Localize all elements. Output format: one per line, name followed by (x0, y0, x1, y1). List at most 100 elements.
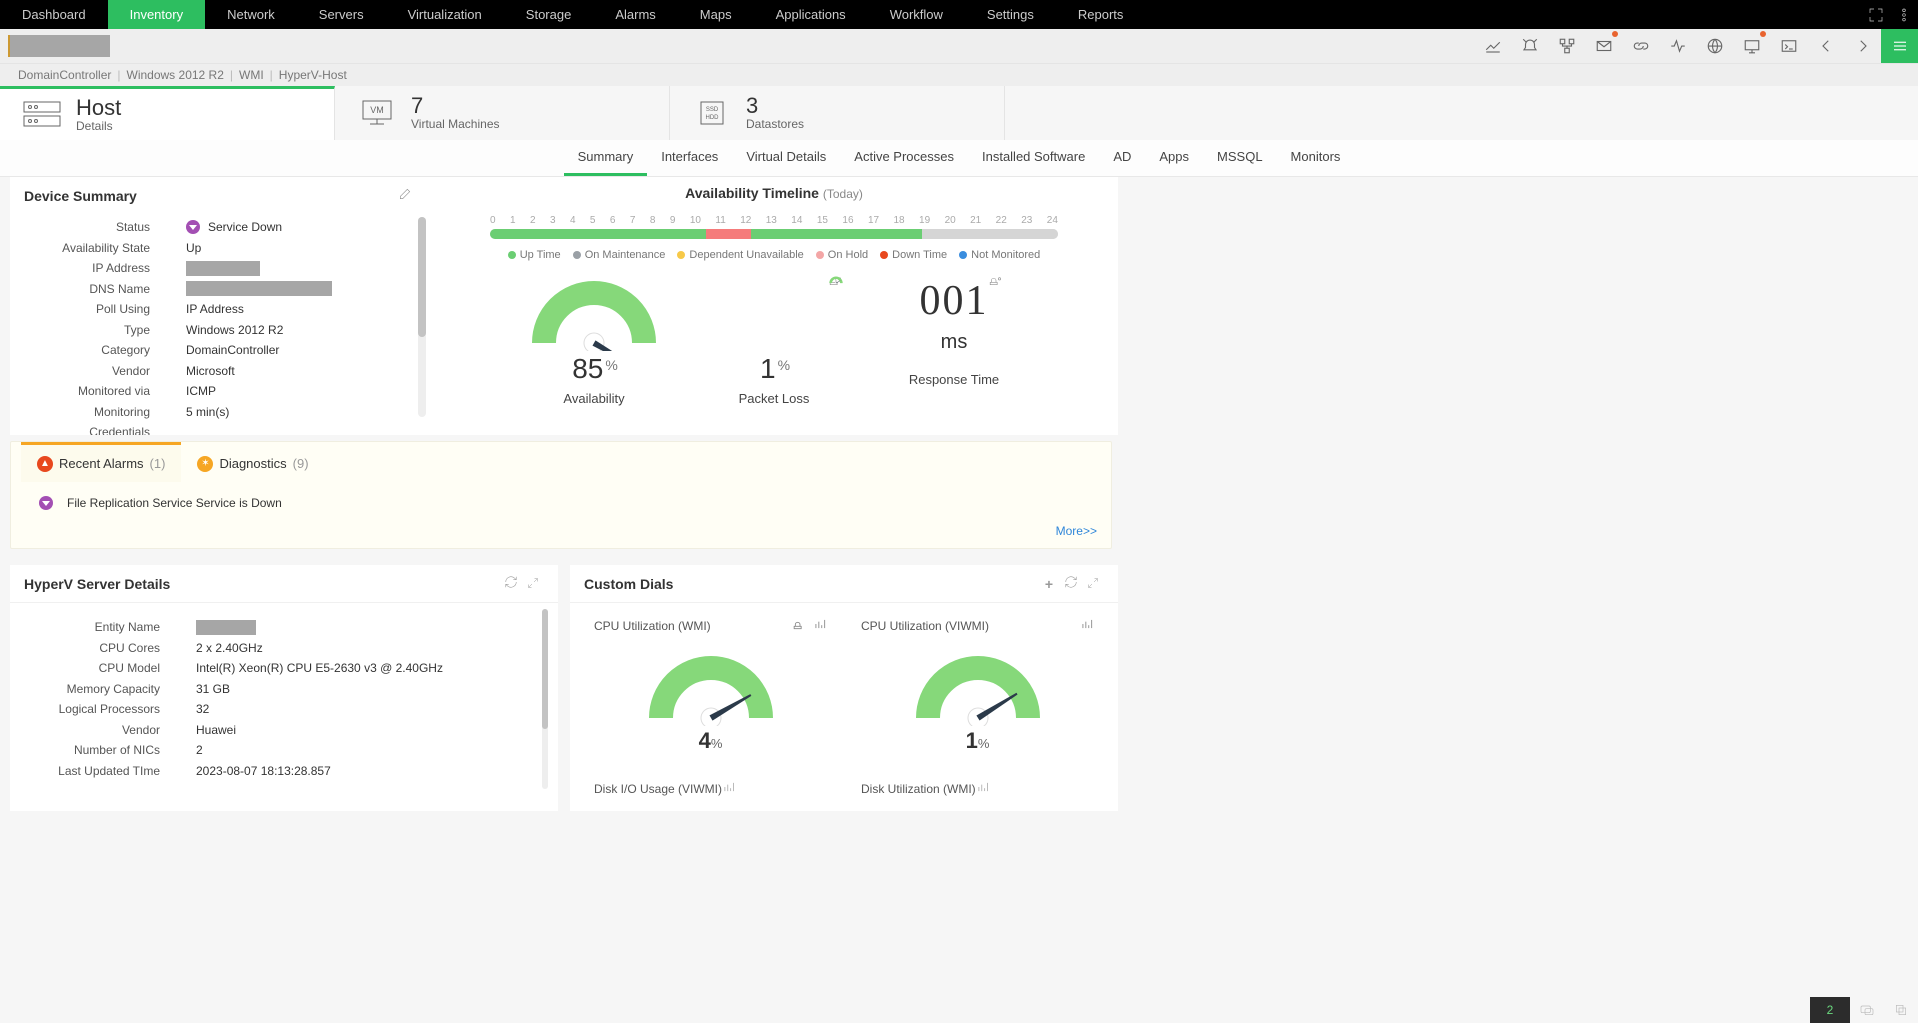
vm-icon: VM (357, 96, 397, 130)
subtab-installed-software[interactable]: Installed Software (968, 140, 1099, 176)
dial-graph-icon[interactable] (722, 780, 736, 797)
hyperv-panel: HyperV Server Details Entity NameCPU Cor… (10, 565, 558, 811)
more-icon[interactable] (1890, 0, 1918, 29)
hyperv-scrollbar[interactable] (542, 609, 548, 789)
crumb-item[interactable]: WMI (239, 68, 264, 82)
dial-settings-icon[interactable] (793, 617, 807, 634)
subtab-mssql[interactable]: MSSQL (1203, 140, 1277, 176)
timeline-segment (751, 229, 921, 239)
dial2-0: Disk I/O Usage (VIWMI) (594, 754, 827, 797)
nav-tab-dashboard[interactable]: Dashboard (0, 0, 108, 29)
hyperv-row: Logical Processors32 (10, 699, 538, 719)
entity-tab-datastores[interactable]: SSDHDD3Datastores (670, 86, 1005, 140)
pulse-icon[interactable] (1659, 29, 1696, 63)
fullscreen-icon[interactable] (1862, 0, 1890, 29)
nav-tab-network[interactable]: Network (205, 0, 297, 29)
display-icon[interactable] (1733, 29, 1770, 63)
next-icon[interactable] (1844, 29, 1881, 63)
summary-row: Poll UsingIP Address (10, 299, 410, 319)
edit-icon[interactable] (394, 187, 416, 204)
device-summary-title: Device Summary (24, 188, 137, 204)
legend-item: Dependent Unavailable (677, 249, 803, 261)
alarm-tab-recent-alarms[interactable]: ▲Recent Alarms (1) (21, 442, 181, 482)
legend-item: Up Time (508, 249, 561, 261)
bottom-stack-icon[interactable] (1884, 997, 1918, 1023)
add-dial-icon[interactable]: + (1038, 576, 1060, 592)
subtab-interfaces[interactable]: Interfaces (647, 140, 732, 176)
legend-item: On Hold (816, 249, 868, 261)
prev-icon[interactable] (1807, 29, 1844, 63)
entity-tab-details[interactable]: HostDetails (0, 86, 335, 140)
expand-icon[interactable] (1082, 576, 1104, 592)
gauge-settings-icon[interactable] (989, 273, 1003, 287)
crumb-item[interactable]: DomainController (18, 68, 111, 82)
bottom-count-badge[interactable]: 2 (1810, 997, 1850, 1023)
nav-tab-alarms[interactable]: Alarms (593, 0, 677, 29)
expand-icon[interactable] (522, 576, 544, 592)
nav-tab-servers[interactable]: Servers (297, 0, 386, 29)
chart-icon[interactable] (1474, 29, 1511, 63)
alarm-text[interactable]: File Replication Service Service is Down (67, 496, 282, 510)
subtab-virtual-details[interactable]: Virtual Details (732, 140, 840, 176)
nav-tab-settings[interactable]: Settings (965, 0, 1056, 29)
bottom-chat-icon[interactable] (1850, 997, 1884, 1023)
availability-range: (Today) (823, 187, 863, 201)
nav-tab-virtualization[interactable]: Virtualization (386, 0, 504, 29)
summary-scrollbar[interactable] (418, 217, 426, 417)
device-slot[interactable] (8, 35, 110, 57)
nav-tab-maps[interactable]: Maps (678, 0, 754, 29)
menu-icon[interactable] (1881, 29, 1918, 63)
summary-row: IP Address (10, 258, 410, 278)
refresh-icon[interactable] (1060, 575, 1082, 592)
alarm-tab-diagnostics[interactable]: ✶Diagnostics (9) (181, 442, 324, 482)
nav-tab-reports[interactable]: Reports (1056, 0, 1146, 29)
subtab-summary[interactable]: Summary (564, 140, 648, 176)
ds-icon: SSD HDD (692, 96, 732, 130)
nav-tab-inventory[interactable]: Inventory (108, 0, 205, 29)
summary-row: Availability StateUp (10, 238, 410, 258)
entity-tabs: HostDetailsVM7Virtual MachinesSSDHDD3Dat… (0, 86, 1918, 140)
packetloss-gauge: 1% Packet Loss (699, 277, 849, 406)
crumb-item[interactable]: HyperV-Host (279, 68, 347, 82)
dial-graph-icon[interactable] (813, 617, 827, 634)
alarms-more-link[interactable]: More>> (21, 524, 1111, 548)
link-icon[interactable] (1622, 29, 1659, 63)
breadcrumb: DomainController|Windows 2012 R2|WMI|Hyp… (0, 64, 1918, 86)
nav-tab-workflow[interactable]: Workflow (868, 0, 965, 29)
summary-row: TypeWindows 2012 R2 (10, 320, 410, 340)
hyperv-row: Last Updated TIme2023-08-07 18:13:28.857 (10, 761, 538, 781)
crumb-item[interactable]: Windows 2012 R2 (127, 68, 224, 82)
refresh-icon[interactable] (500, 575, 522, 592)
hyperv-row: CPU Cores2 x 2.40GHz (10, 638, 538, 658)
svg-text:HDD: HDD (706, 115, 720, 121)
nav-tab-storage[interactable]: Storage (504, 0, 594, 29)
device-summary-panel: Device Summary StatusService DownAvailab… (10, 177, 430, 435)
subtab-ad[interactable]: AD (1099, 140, 1145, 176)
entity-tab-virtual-machines[interactable]: VM7Virtual Machines (335, 86, 670, 140)
legend-item: Down Time (880, 249, 947, 261)
subtab-apps[interactable]: Apps (1145, 140, 1203, 176)
summary-row: CategoryDomainController (10, 340, 410, 360)
nav-tab-applications[interactable]: Applications (754, 0, 868, 29)
timeline-bar[interactable] (490, 229, 1058, 239)
toolbar (0, 29, 1918, 64)
dial-graph-icon[interactable] (1080, 617, 1094, 634)
hyperv-row: Entity Name (10, 617, 538, 637)
subtab-monitors[interactable]: Monitors (1277, 140, 1355, 176)
hyperv-title: HyperV Server Details (24, 576, 170, 592)
tree-icon[interactable] (1548, 29, 1585, 63)
hyperv-row: Number of NICs2 (10, 740, 538, 760)
mail-icon[interactable] (1585, 29, 1622, 63)
dial-graph-icon[interactable] (976, 780, 990, 797)
bottom-bar: 2 (1810, 997, 1918, 1023)
availability-gauge: 85% Availability (519, 277, 669, 406)
globe-icon[interactable] (1696, 29, 1733, 63)
fire-icon: ▲ (37, 456, 53, 472)
svg-text:SSD: SSD (706, 107, 719, 113)
alarm-icon[interactable] (1511, 29, 1548, 63)
hyperv-row: VendorHuawei (10, 720, 538, 740)
subtab-active-processes[interactable]: Active Processes (840, 140, 968, 176)
alarm-severity-icon (39, 496, 53, 510)
terminal-icon[interactable] (1770, 29, 1807, 63)
summary-row: Monitored viaICMP (10, 381, 410, 401)
